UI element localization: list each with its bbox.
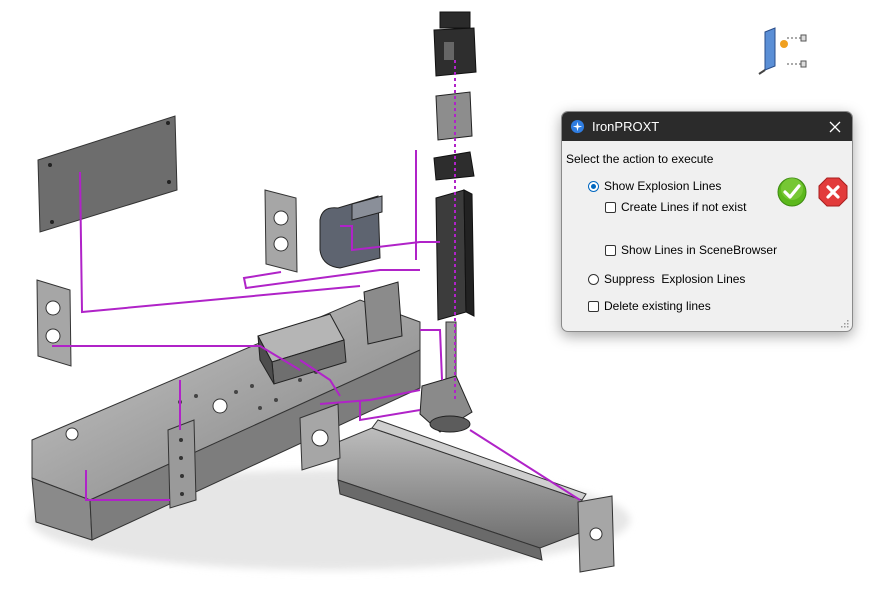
- mount-bracket[interactable]: [363, 281, 403, 345]
- end-plate-small[interactable]: [264, 189, 298, 273]
- resize-grip-icon[interactable]: [841, 320, 849, 328]
- dialog-body: Select the action to execute Show Explos…: [562, 141, 852, 331]
- option-create-lines-if-not-exist[interactable]: Create Lines if not exist: [605, 200, 746, 214]
- ironproxt-app-icon: [570, 119, 585, 134]
- create-lines-label: Create Lines if not exist: [621, 200, 747, 214]
- suppress-explosion-lines-radio[interactable]: [588, 273, 599, 285]
- side-plate[interactable]: [167, 419, 197, 509]
- delete-existing-lines-checkbox[interactable]: [588, 300, 599, 312]
- dialog-titlebar[interactable]: IronPROXT: [562, 112, 852, 141]
- option-show-explosion-lines[interactable]: Show Explosion Lines: [588, 179, 721, 193]
- close-icon: [829, 121, 841, 132]
- dialog-title: IronPROXT: [592, 119, 660, 134]
- end-plate-left[interactable]: [36, 279, 72, 367]
- cancel-button[interactable]: [818, 177, 848, 207]
- option-delete-existing-lines[interactable]: Delete existing lines: [588, 299, 711, 313]
- ironproxt-dialog: IronPROXT Select the action to execute S…: [561, 111, 853, 332]
- create-lines-checkbox[interactable]: [605, 201, 616, 213]
- show-explosion-lines-label: Show Explosion Lines: [604, 179, 722, 193]
- show-lines-scenebrowser-checkbox[interactable]: [605, 244, 616, 256]
- ok-button[interactable]: [777, 177, 807, 207]
- cover-plate[interactable]: [37, 115, 178, 233]
- show-explosion-lines-radio[interactable]: [588, 180, 599, 192]
- option-show-lines-in-scenebrowser[interactable]: Show Lines in SceneBrowser: [605, 243, 777, 257]
- show-lines-scenebrowser-label: Show Lines in SceneBrowser: [621, 243, 778, 257]
- suppress-explosion-lines-label: Suppress Explosion Lines: [604, 272, 746, 286]
- base-foot[interactable]: [419, 375, 473, 433]
- end-plate-right[interactable]: [577, 495, 615, 573]
- delete-existing-lines-label: Delete existing lines: [604, 299, 711, 313]
- prompt-text: Select the action to execute: [566, 152, 714, 166]
- close-button[interactable]: [818, 112, 852, 141]
- option-suppress-explosion-lines[interactable]: Suppress Explosion Lines: [588, 272, 745, 286]
- explode-lines-tool-icon[interactable]: [757, 26, 809, 76]
